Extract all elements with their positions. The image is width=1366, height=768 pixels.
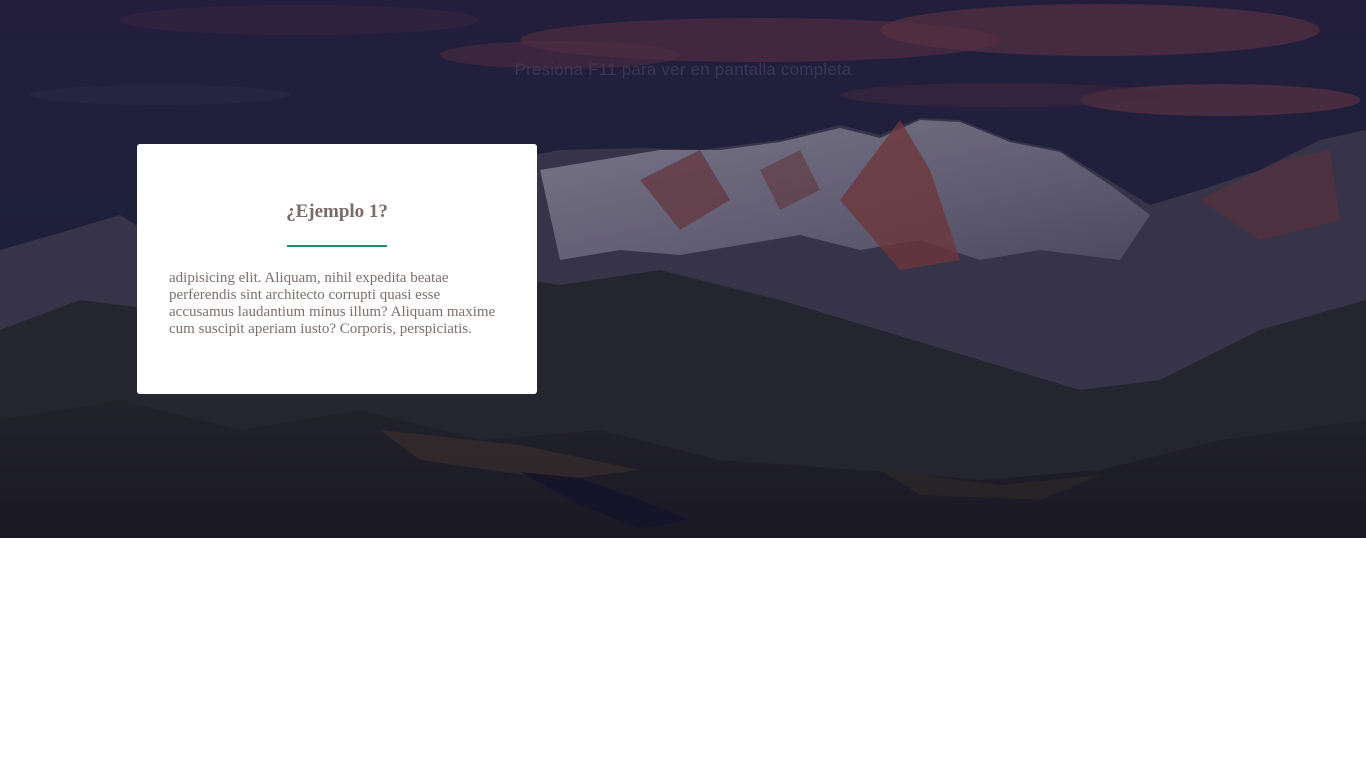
card-body-text: adipisicing elit. Aliquam, nihil expedit… <box>169 270 496 337</box>
card-title: ¿Ejemplo 1? <box>286 201 388 222</box>
hero-section: Presiona F11 para ver en pantalla comple… <box>0 0 1366 538</box>
example-card: ¿Ejemplo 1? adipisicing elit. Aliquam, n… <box>137 144 537 394</box>
card-title-underline <box>287 245 387 247</box>
fullscreen-hint: Presiona F11 para ver en pantalla comple… <box>514 60 852 79</box>
